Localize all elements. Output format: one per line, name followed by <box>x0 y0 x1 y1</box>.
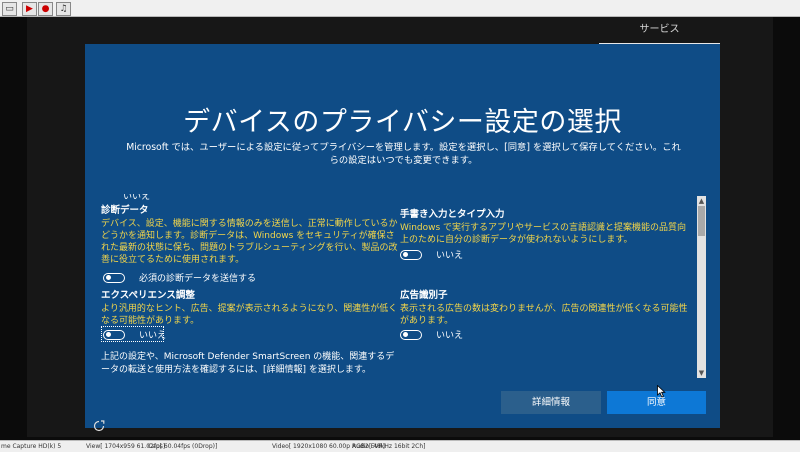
ads-desc: 表示される広告の数は変わりませんが、広告の関連性が低くなる可能性があります。 <box>400 304 688 326</box>
toggle-knob <box>403 332 408 337</box>
page-title: デバイスのプライバシー設定の選択 <box>183 107 622 138</box>
inking-title: 手書き入力とタイプ入力 <box>400 209 505 220</box>
experience-toggle-label: いいえ <box>139 331 167 341</box>
setting-advertising-id: 広告識別子 表示される広告の数は変わりませんが、広告の関連性が低くなる可能性があ… <box>400 290 690 327</box>
experience-desc: より汎用的なヒント、広告、提案が表示されるようになり、関連性が低くなる可能性があ… <box>101 304 398 326</box>
diagnostic-toggle-label: 必須の診断データを送信する <box>139 274 257 284</box>
tab-services[interactable]: サービス <box>599 17 720 45</box>
intro-text: Microsoft では、ユーザーによる設定に従ってプライバシーを管理します。設… <box>126 142 681 166</box>
diagnostic-desc: デバイス、設定、機能に関する情報のみを送信し、正常に動作しているかどうかを通知し… <box>101 219 398 265</box>
ads-title: 広告識別子 <box>400 290 448 301</box>
setting-inking-typing: 手書き入力とタイプ入力 Windows で実行するアプリやサービスの言語認識と提… <box>400 209 690 246</box>
scrollbar-thumb[interactable] <box>698 206 705 236</box>
diagnostic-toggle-row[interactable]: 必須の診断データを送信する <box>103 271 256 284</box>
mouse-cursor-icon <box>657 385 666 398</box>
capture-statusbar: me Capture HD(k) 5 View[ 1704x959 61.02f… <box>0 440 800 452</box>
inking-toggle[interactable] <box>400 249 422 260</box>
diagnostic-title: 診断データ <box>101 205 149 216</box>
setting-diagnostic-data: 診断データ デバイス、設定、機能に関する情報のみを送信し、正常に動作しているかど… <box>101 205 401 266</box>
window-icon[interactable]: ▭ <box>2 2 17 16</box>
scroll-up-icon[interactable]: ▲ <box>697 196 706 206</box>
experience-toggle[interactable] <box>103 329 125 340</box>
status-cap: Cap[ 60.04fps (0Drop)] <box>148 443 218 450</box>
toggle-knob <box>403 252 408 257</box>
experience-title: エクスペリエンス調整 <box>101 290 195 301</box>
record-icon[interactable]: ● <box>38 2 53 16</box>
toggle-knob <box>106 332 111 337</box>
privacy-settings-panel: デバイスのプライバシー設定の選択 Microsoft では、ユーザーによる設定に… <box>85 44 720 428</box>
inking-desc: Windows で実行するアプリやサービスの言語認識と提案機能の品質向上のために… <box>400 223 687 245</box>
status-app: me Capture HD(k) 5 <box>1 443 62 450</box>
ads-toggle-label: いいえ <box>436 331 464 341</box>
experience-toggle-row[interactable]: いいえ <box>103 328 166 341</box>
toggle-knob <box>106 275 111 280</box>
learn-more-button[interactable]: 詳細情報 <box>501 391 601 414</box>
accessibility-icon[interactable] <box>93 420 105 435</box>
inking-toggle-row[interactable]: いいえ <box>400 248 463 261</box>
settings-scrollbar[interactable]: ▲ ▼ <box>697 196 706 378</box>
settings-scroll-area[interactable]: いいえ 診断データ デバイス、設定、機能に関する情報のみを送信し、正常に動作して… <box>101 194 705 379</box>
play-icon[interactable]: ▶ <box>22 2 37 16</box>
ads-toggle-row[interactable]: いいえ <box>400 328 463 341</box>
diagnostic-toggle[interactable] <box>103 272 125 283</box>
partial-toggle-label: いいえ <box>123 194 151 202</box>
inking-toggle-label: いいえ <box>436 251 464 261</box>
music-icon[interactable]: ♫ <box>56 2 71 16</box>
captured-screen: サービス デバイスのプライバシー設定の選択 Microsoft では、ユーザーに… <box>27 17 773 437</box>
setting-tailored-experiences: エクスペリエンス調整 より汎用的なヒント、広告、提案が表示されるようになり、関連… <box>101 290 401 327</box>
ads-toggle[interactable] <box>400 329 422 340</box>
ease-of-access-icon <box>93 420 105 432</box>
scroll-down-icon[interactable]: ▼ <box>697 368 706 378</box>
capture-toolbar: ▭ ▶ ● ♫ <box>0 0 800 17</box>
learn-more-footnote: 上記の設定や、Microsoft Defender SmartScreen の機… <box>101 352 395 375</box>
status-audio: Audio[ 48kHz 16bit 2Ch] <box>352 443 426 450</box>
